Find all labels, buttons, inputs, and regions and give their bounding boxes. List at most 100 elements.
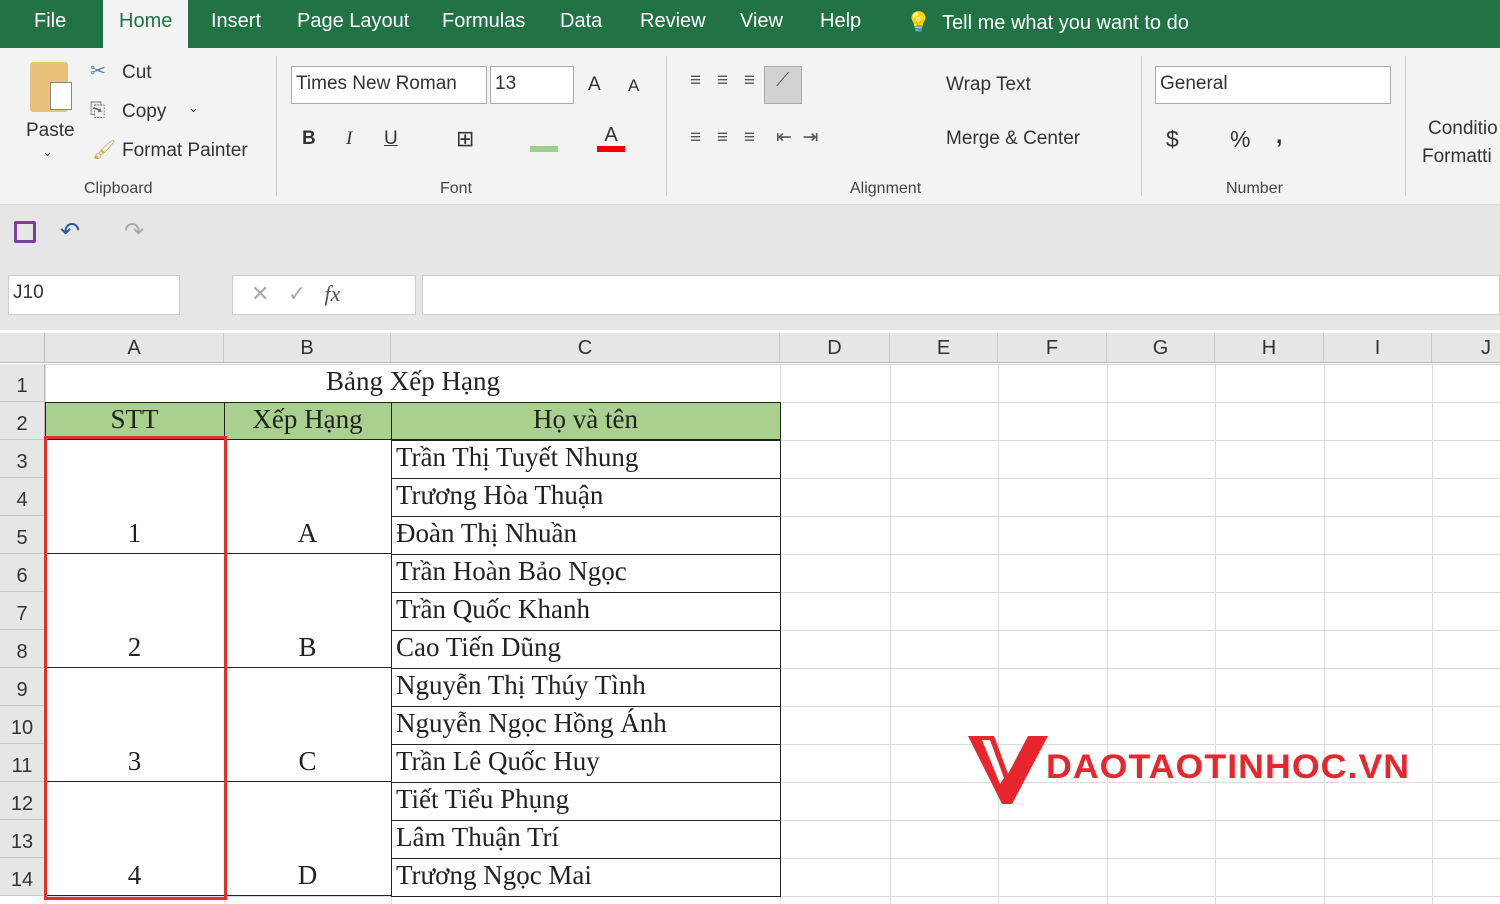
gridline-v [1215,364,1216,904]
font-name-select[interactable]: Times New Roman [291,66,487,104]
name-box[interactable]: J10 [8,275,180,315]
rank-cell[interactable]: D [224,860,391,891]
row-header-7[interactable]: 7 [0,592,45,630]
wrap-text-button[interactable]: Wrap Text [946,74,1031,96]
column-header-h[interactable]: H [1215,333,1324,363]
name-cell[interactable]: Nguyễn Ngọc Hồng Ánh [396,708,667,739]
tab-review[interactable]: Review [640,10,706,33]
conditional-formatting-button-line2[interactable]: Formatti [1422,146,1492,168]
tab-formulas[interactable]: Formulas [442,10,525,33]
name-cell[interactable]: Trương Hòa Thuận [396,480,603,511]
tab-file[interactable]: File [34,10,66,33]
header-xep-hang[interactable]: Xếp Hạng [224,404,391,435]
row-header-9[interactable]: 9 [0,668,45,706]
tab-view[interactable]: View [740,10,783,33]
select-all-corner[interactable] [0,333,45,363]
number-format-select[interactable]: General [1155,66,1391,104]
underline-button[interactable]: U [384,128,398,150]
column-header-b[interactable]: B [224,333,391,363]
save-icon[interactable] [14,221,36,243]
conditional-formatting-button[interactable]: Conditio [1428,118,1498,140]
formula-input[interactable] [422,275,1500,315]
tab-insert[interactable]: Insert [211,10,261,33]
logo-text: DAOTAOTINHOC.VN [1046,748,1411,786]
column-header-i[interactable]: I [1324,333,1432,363]
row-header-10[interactable]: 10 [0,706,45,744]
name-cell[interactable]: Trần Quốc Khanh [396,594,590,625]
number-group-label: Number [1226,180,1283,197]
tab-help[interactable]: Help [820,10,861,33]
gridline-v [890,364,891,904]
name-cell[interactable]: Đoàn Thị Nhuần [396,518,577,549]
ribbon-tabs: File Home Insert Page Layout Formulas Data Rev… [0,0,1500,48]
column-header-e[interactable]: E [890,333,998,363]
column-header-d[interactable]: D [780,333,890,363]
copy-button[interactable]: Copy [122,101,166,123]
tab-home[interactable]: Home [103,0,189,48]
comma-button[interactable]: , [1276,122,1282,149]
column-header-g[interactable]: G [1107,333,1215,363]
increase-font-icon[interactable]: A [588,74,601,96]
merge-center-button[interactable]: Merge & Center [946,128,1080,150]
header-ho-va-ten[interactable]: Họ và tên [391,404,780,435]
header-stt[interactable]: STT [45,404,224,435]
font-size-select[interactable]: 13 [490,66,574,104]
name-cell[interactable]: Trương Ngọc Mai [396,860,592,891]
row-header-13[interactable]: 13 [0,820,45,858]
italic-button[interactable]: I [346,128,352,150]
redo-icon[interactable]: ↷ [124,217,144,246]
undo-icon[interactable]: ↶ [60,217,80,246]
name-cell[interactable]: Trần Hoàn Bảo Ngọc [396,556,627,587]
column-header-f[interactable]: F [998,333,1107,363]
row-header-8[interactable]: 8 [0,630,45,668]
align-icons-bottom[interactable]: ≡ ≡ ≡ ⇤ ⇥ [690,126,818,149]
tab-page-layout[interactable]: Page Layout [297,10,409,33]
sheet-title[interactable]: Bảng Xếp Hạng [46,366,780,397]
rank-cell[interactable]: C [224,746,391,777]
row-header-14[interactable]: 14 [0,858,45,896]
gridline-v [1324,364,1325,904]
name-cell[interactable]: Trần Lê Quốc Huy [396,746,600,777]
decrease-font-icon[interactable]: A [628,76,639,96]
currency-button[interactable]: $ [1166,126,1179,153]
tell-me-search[interactable]: 💡 Tell me what you want to do [906,10,1189,35]
paste-icon [30,62,72,112]
copy-dropdown[interactable]: ⌄ [188,100,199,116]
column-header-c[interactable]: C [391,333,780,363]
row-header-4[interactable]: 4 [0,478,45,516]
row-header-12[interactable]: 12 [0,782,45,820]
format-painter-button[interactable]: Format Painter [122,140,248,162]
selection-highlight-box [44,436,227,900]
borders-icon[interactable]: ⊞ [456,126,474,152]
cut-button[interactable]: Cut [122,62,152,84]
rank-cell[interactable]: B [224,632,391,663]
column-header-j[interactable]: J [1432,333,1500,363]
name-cell[interactable]: Cao Tiến Dũng [396,632,561,663]
row-header-5[interactable]: 5 [0,516,45,554]
name-cell[interactable]: Trần Thị Tuyết Nhung [396,442,638,473]
name-cell[interactable]: Nguyễn Thị Thúy Tình [396,670,646,701]
name-cell[interactable]: Lâm Thuận Trí [396,822,559,853]
row-header-1[interactable]: 1 [0,364,45,402]
percent-button[interactable]: % [1230,126,1250,153]
paste-button[interactable]: Paste [26,120,75,142]
row-header-2[interactable]: 2 [0,402,45,440]
formula-buttons: ✕ ✓ fx [232,275,416,315]
name-cell[interactable]: Tiết Tiểu Phụng [396,784,569,815]
row-header-6[interactable]: 6 [0,554,45,592]
tab-data[interactable]: Data [560,10,602,33]
copy-icon: ⎘ [90,100,106,121]
paste-dropdown[interactable]: ⌄ [42,144,53,160]
lightbulb-icon: 💡 [906,12,931,34]
column-header-a[interactable]: A [45,333,224,363]
row-header-3[interactable]: 3 [0,440,45,478]
formula-bar-area: J10 ✕ ✓ fx [0,260,1500,330]
logo-v-icon [968,736,1048,804]
row-header-11[interactable]: 11 [0,744,45,782]
gridline-v [1107,364,1108,904]
bold-button[interactable]: B [302,128,316,150]
font-color-icon[interactable]: A [597,124,625,152]
align-icons-top[interactable]: ≡ ≡ ≡ ⟋ [690,70,789,92]
fill-color-icon[interactable] [530,126,558,152]
rank-cell[interactable]: A [224,518,391,549]
